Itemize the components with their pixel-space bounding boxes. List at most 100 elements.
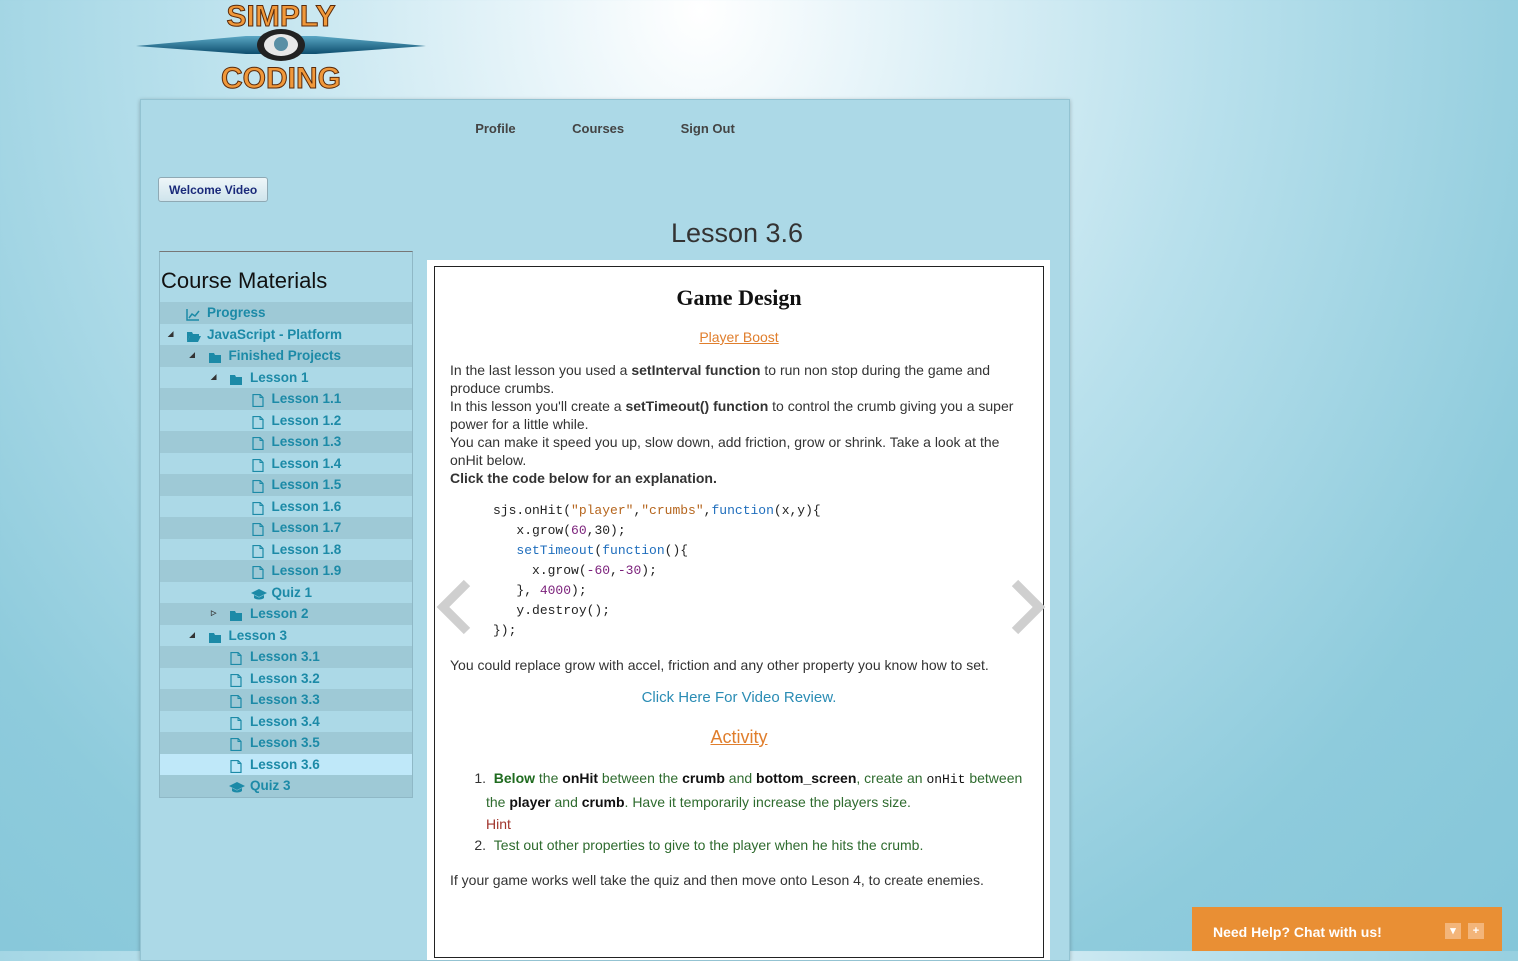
graduation-cap-icon xyxy=(229,779,245,793)
file-icon xyxy=(229,736,243,752)
sidebar-item-lesson-1-9[interactable]: Lesson 1.9 xyxy=(160,560,412,582)
sidebar-item-label: Progress xyxy=(207,305,266,320)
collapse-toggle-icon[interactable]: ◢ xyxy=(168,324,173,346)
file-icon xyxy=(251,435,265,451)
sidebar-item-label: Lesson 3.1 xyxy=(250,649,320,664)
page-title: Lesson 3.6 xyxy=(670,218,804,248)
file-icon xyxy=(251,478,265,494)
folder-icon xyxy=(229,371,243,385)
sidebar-item-lesson-3-4[interactable]: Lesson 3.4 xyxy=(160,711,412,733)
sidebar-item-label: Lesson 1.8 xyxy=(271,541,342,557)
sidebar-item-lesson-3-6[interactable]: Lesson 3.6 xyxy=(160,753,412,775)
sidebar-item-label: Lesson 1.6 xyxy=(271,498,342,514)
sidebar-item-label: Lesson 3.6 xyxy=(250,756,320,772)
sidebar-item-quiz-3[interactable]: Quiz 3 xyxy=(160,775,412,797)
code-sample[interactable]: sjs.onHit("player","crumbs",function(x,y… xyxy=(493,501,821,641)
sidebar-item-label: Lesson 1.4 xyxy=(271,455,342,471)
chat-label: Need Help? Chat with us! xyxy=(1213,924,1382,940)
folder-open-icon xyxy=(186,328,201,342)
collapse-toggle-icon[interactable]: ◢ xyxy=(211,367,216,389)
sidebar-item-lesson-1-5[interactable]: Lesson 1.5 xyxy=(160,474,412,496)
sidebar-item-label: Quiz 3 xyxy=(250,778,291,793)
sidebar-item-label: Finished Projects xyxy=(228,348,342,363)
next-slide-arrow-icon[interactable] xyxy=(1007,577,1047,637)
file-icon xyxy=(251,392,265,408)
sidebar-item-label: Lesson 1.3 xyxy=(271,434,342,449)
lesson-content-area: Game Design Player Boost In the last les… xyxy=(427,260,1050,960)
file-icon xyxy=(251,457,265,472)
sidebar-item-label: Lesson 3.5 xyxy=(250,735,320,750)
file-icon xyxy=(251,500,265,515)
sidebar-item-label: JavaScript - Platform xyxy=(207,326,343,342)
course-materials-sidebar: Course Materials Progress ◢ JavaScript - P… xyxy=(159,251,413,798)
step-1-continued: the player and crumb. Have it temporaril… xyxy=(486,794,911,810)
sidebar-item-lesson-3[interactable]: ◢ Lesson 3 xyxy=(160,625,412,647)
step-1: 1. Below the onHit between the crumb and… xyxy=(474,770,1023,787)
collapse-toggle-icon[interactable]: ◢ xyxy=(190,625,195,647)
sidebar-item-lesson-3-1[interactable]: Lesson 3.1 xyxy=(160,646,412,668)
sidebar-item-label: Quiz 1 xyxy=(271,584,313,600)
sidebar-item-lesson-1-3[interactable]: Lesson 1.3 xyxy=(160,431,412,453)
sidebar-item-javascript-platform[interactable]: ◢ JavaScript - Platform xyxy=(160,324,412,346)
sidebar-item-lesson-3-2[interactable]: Lesson 3.2 xyxy=(160,668,412,690)
sidebar-item-quiz-1[interactable]: Quiz 1 xyxy=(160,582,412,604)
nav-courses[interactable]: Courses xyxy=(572,121,624,136)
chat-widget[interactable]: Need Help? Chat with us! ▾ + xyxy=(1192,907,1502,951)
chart-icon xyxy=(186,306,200,321)
sidebar-item-lesson-1-2[interactable]: Lesson 1.2 xyxy=(160,410,412,432)
folder-icon xyxy=(208,349,222,363)
sidebar-item-lesson-1-4[interactable]: Lesson 1.4 xyxy=(160,453,412,475)
course-tree: Progress ◢ JavaScript - Platform ◢ Finished … xyxy=(160,302,412,797)
sidebar-item-lesson-1-1[interactable]: Lesson 1.1 xyxy=(160,388,412,410)
nav-sign-out[interactable]: Sign Out xyxy=(681,121,735,136)
sidebar-item-lesson-1[interactable]: ◢ Lesson 1 xyxy=(160,367,412,389)
sidebar-item-lesson-2[interactable]: ▷ Lesson 2 xyxy=(160,603,412,625)
sidebar-item-label: Lesson 2 xyxy=(250,606,309,621)
sidebar-item-lesson-3-5[interactable]: Lesson 3.5 xyxy=(160,732,412,754)
collapse-toggle-icon[interactable]: ◢ xyxy=(190,345,195,367)
logo-line2: CODING xyxy=(221,62,341,94)
file-icon xyxy=(251,543,265,558)
lesson-subtitle-link[interactable]: Player Boost xyxy=(435,329,1043,345)
step-2: 2. Test out other properties to give to … xyxy=(474,837,924,853)
file-icon xyxy=(229,758,243,773)
lesson-heading: Game Design xyxy=(676,285,802,310)
file-icon xyxy=(229,693,243,709)
sidebar-item-label: Lesson 3 xyxy=(228,627,288,643)
sidebar-item-lesson-1-6[interactable]: Lesson 1.6 xyxy=(160,496,412,518)
file-icon xyxy=(251,564,265,580)
sidebar-item-label: Lesson 3.4 xyxy=(250,713,320,729)
file-icon xyxy=(229,672,243,687)
sidebar-item-progress[interactable]: Progress xyxy=(160,302,412,324)
sidebar-item-label: Lesson 1.1 xyxy=(271,391,342,406)
simply-coding-logo[interactable]: SIMPLY CODING xyxy=(136,0,426,94)
chat-expand-button[interactable]: + xyxy=(1468,923,1484,939)
activity-title: Activity xyxy=(710,727,768,747)
sidebar-item-label: Lesson 1 xyxy=(250,369,309,385)
lesson-slide: Game Design Player Boost In the last les… xyxy=(434,266,1047,958)
expand-toggle-icon[interactable]: ▷ xyxy=(211,603,216,625)
closing-text: If your game works well take the quiz an… xyxy=(450,872,984,888)
intro-paragraph: In the last lesson you used a setInterva… xyxy=(450,362,1014,486)
folder-icon xyxy=(229,607,243,621)
file-icon xyxy=(251,521,265,537)
hint-link[interactable]: Hint xyxy=(450,814,1035,834)
folder-icon xyxy=(208,629,222,643)
sidebar-item-lesson-3-3[interactable]: Lesson 3.3 xyxy=(160,689,412,711)
welcome-video-button[interactable]: Welcome Video xyxy=(158,177,269,202)
activity-steps: 1. Below the onHit between the crumb and… xyxy=(450,767,1035,857)
sidebar-item-lesson-1-7[interactable]: Lesson 1.7 xyxy=(160,517,412,539)
sidebar-item-label: Lesson 1.2 xyxy=(271,412,342,428)
main-panel: Profile Courses Sign Out Welcome Video L… xyxy=(140,99,1070,961)
sidebar-item-label: Lesson 1.7 xyxy=(271,520,342,535)
sidebar-item-finished-projects[interactable]: ◢ Finished Projects xyxy=(160,345,412,367)
graduation-cap-icon xyxy=(250,586,267,599)
previous-slide-arrow-icon[interactable] xyxy=(435,577,475,637)
sidebar-item-lesson-1-8[interactable]: Lesson 1.8 xyxy=(160,539,412,561)
sidebar-item-label: Lesson 3.3 xyxy=(250,692,320,707)
file-icon xyxy=(251,414,265,429)
nav-profile[interactable]: Profile xyxy=(475,121,515,136)
sidebar-title: Course Materials xyxy=(161,268,328,293)
video-review-link[interactable]: Click Here For Video Review. xyxy=(435,689,1043,706)
chat-minimize-button[interactable]: ▾ xyxy=(1445,923,1461,939)
